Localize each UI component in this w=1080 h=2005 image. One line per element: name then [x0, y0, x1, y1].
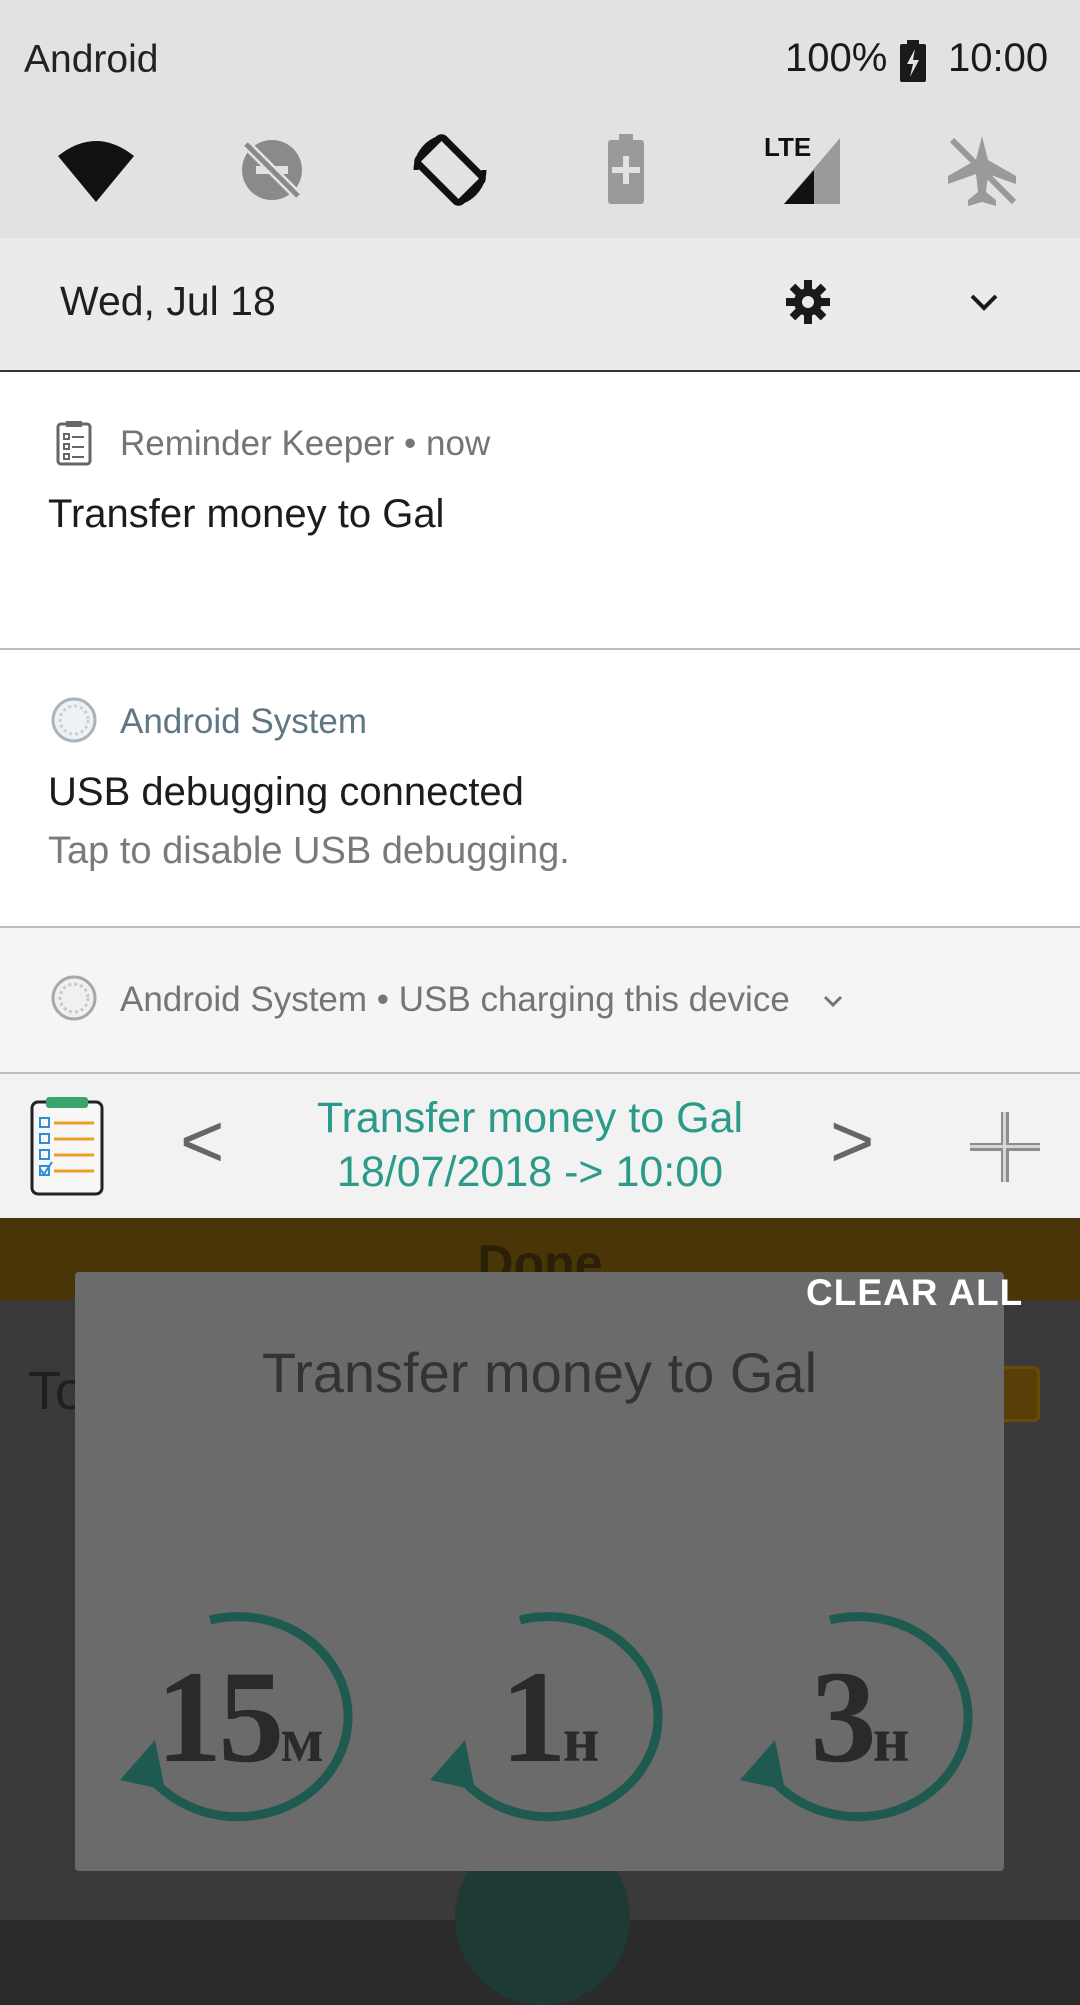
reminder-datetime: 18/07/2018 -> 10:00 [336, 1148, 724, 1196]
notification-text: Tap to disable USB debugging. [48, 830, 570, 872]
reminder-checkbox[interactable] [1000, 1366, 1040, 1422]
reminder-keeper-logo-icon [30, 1097, 104, 1196]
notification-app-name: Reminder Keeper • now [120, 424, 491, 463]
snooze-15m-button[interactable]: 15м [100, 1600, 380, 1840]
notification-title: USB debugging connected [48, 770, 524, 814]
quick-settings-panel [0, 0, 1080, 238]
notification-title: Transfer money to Gal [48, 492, 445, 536]
add-reminder-icon[interactable] [968, 1110, 1042, 1184]
reminder-keeper-app-icon [56, 421, 92, 466]
clock: 10:00 [948, 36, 1049, 80]
android-system-icon [51, 975, 97, 1021]
snooze-3h-button[interactable]: 3н [720, 1600, 1000, 1840]
notification-summary: Android System • USB charging this devic… [120, 980, 790, 1019]
android-system-icon [51, 697, 97, 743]
settings-gear-icon[interactable] [782, 276, 834, 328]
snooze-1h-button[interactable]: 1н [410, 1600, 690, 1840]
mobile-data-lte-icon[interactable]: LTE [762, 130, 842, 210]
battery-percent: 100% [785, 36, 888, 80]
notification-app-name: Android System [120, 702, 368, 741]
expand-chevron-icon[interactable] [820, 988, 846, 1014]
battery-saver-icon[interactable] [586, 130, 666, 210]
wifi-icon[interactable] [56, 130, 136, 210]
date-label: Wed, Jul 18 [60, 278, 276, 324]
airplane-mode-icon[interactable] [942, 130, 1022, 210]
previous-reminder-button[interactable]: < [180, 1098, 224, 1185]
clear-all-button[interactable]: CLEAR ALL [806, 1272, 1023, 1314]
reminder-title: Transfer money to Gal [316, 1094, 744, 1142]
popup-title: Transfer money to Gal [261, 1341, 818, 1404]
snooze-label: 15м [156, 1643, 324, 1790]
carrier-label: Android [24, 38, 159, 81]
snooze-label: 1н [500, 1643, 600, 1790]
lte-badge: LTE [764, 132, 811, 162]
next-reminder-button[interactable]: > [830, 1098, 874, 1185]
battery-charging-icon [900, 40, 926, 82]
snooze-label: 3н [810, 1643, 910, 1790]
auto-rotate-icon[interactable] [410, 130, 490, 210]
expand-chevron-icon[interactable] [964, 282, 1004, 322]
data-saver-icon[interactable] [232, 130, 312, 210]
